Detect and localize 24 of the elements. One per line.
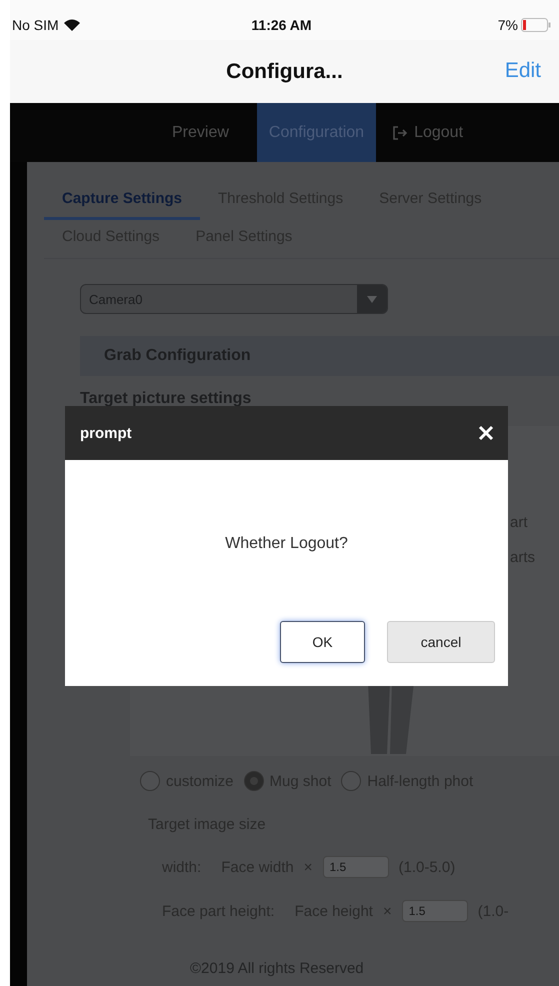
logout-icon (392, 124, 408, 140)
close-icon[interactable] (478, 425, 494, 441)
input-field[interactable]: 1.5 (402, 900, 468, 922)
wifi-icon (64, 19, 80, 31)
dialog-title: prompt (80, 424, 132, 442)
cancel-button[interactable]: cancel (387, 621, 495, 663)
radio-icon[interactable] (244, 771, 264, 791)
input-field[interactable]: 1.5 (322, 856, 388, 878)
caret-icon (367, 296, 377, 302)
edit-link[interactable]: Edit (504, 59, 541, 83)
battery-icon (521, 18, 551, 32)
times-sign: × (382, 902, 392, 920)
nav-title: Configura... (226, 60, 343, 84)
times-sign: × (304, 858, 312, 876)
clock-time: 11:26 AM (251, 17, 312, 33)
menu-tab[interactable]: Preview (160, 103, 241, 162)
ok-button[interactable]: OK (280, 621, 365, 663)
battery-percent: 7% (498, 17, 518, 33)
carrier-label: No SIM (12, 17, 59, 33)
settings-tab[interactable]: Capture Settings (44, 182, 200, 220)
dialog-message: Whether Logout? (225, 535, 348, 552)
radio-icon[interactable] (140, 771, 160, 791)
radio-icon[interactable] (341, 771, 362, 791)
logout-link[interactable]: Logout (380, 103, 476, 162)
